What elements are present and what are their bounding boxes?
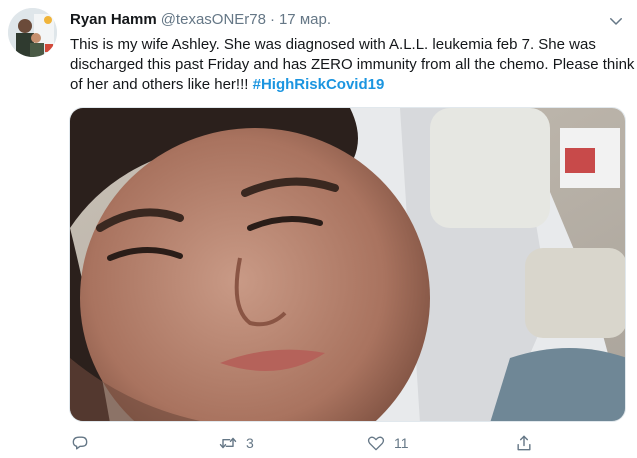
like-icon: [367, 436, 385, 451]
tweet[interactable]: Ryan Hamm @texasONEr78 · 17 мар. This is my…: [0, 0, 637, 458]
author-handle[interactable]: @texasONEr78: [161, 11, 266, 28]
tweet-date[interactable]: 17 мар.: [279, 11, 331, 28]
separator-dot: ·: [269, 11, 275, 28]
photo-image: [70, 108, 625, 421]
tweet-photo[interactable]: [69, 107, 626, 422]
avatar[interactable]: [8, 8, 57, 57]
chevron-down-icon[interactable]: [607, 12, 625, 30]
tweet-header: Ryan Hamm @texasONEr78 · 17 мар.: [70, 10, 597, 32]
hashtag-link[interactable]: #HighRiskCovid19: [253, 76, 385, 93]
like-count: 11: [394, 435, 409, 451]
tweet-text: This is my wife Ashley. She was diagnose…: [70, 35, 635, 95]
retweet-button[interactable]: 3: [218, 430, 254, 456]
retweet-icon: [219, 437, 237, 449]
like-button[interactable]: 11: [366, 430, 409, 456]
avatar-image: [8, 8, 57, 57]
share-button[interactable]: [514, 430, 534, 456]
reply-icon: [72, 436, 88, 450]
author-name[interactable]: Ryan Hamm: [70, 11, 157, 28]
share-icon: [517, 435, 531, 451]
tweet-actions: 3 11: [70, 430, 590, 456]
reply-button[interactable]: [70, 430, 98, 456]
retweet-count: 3: [246, 435, 254, 451]
